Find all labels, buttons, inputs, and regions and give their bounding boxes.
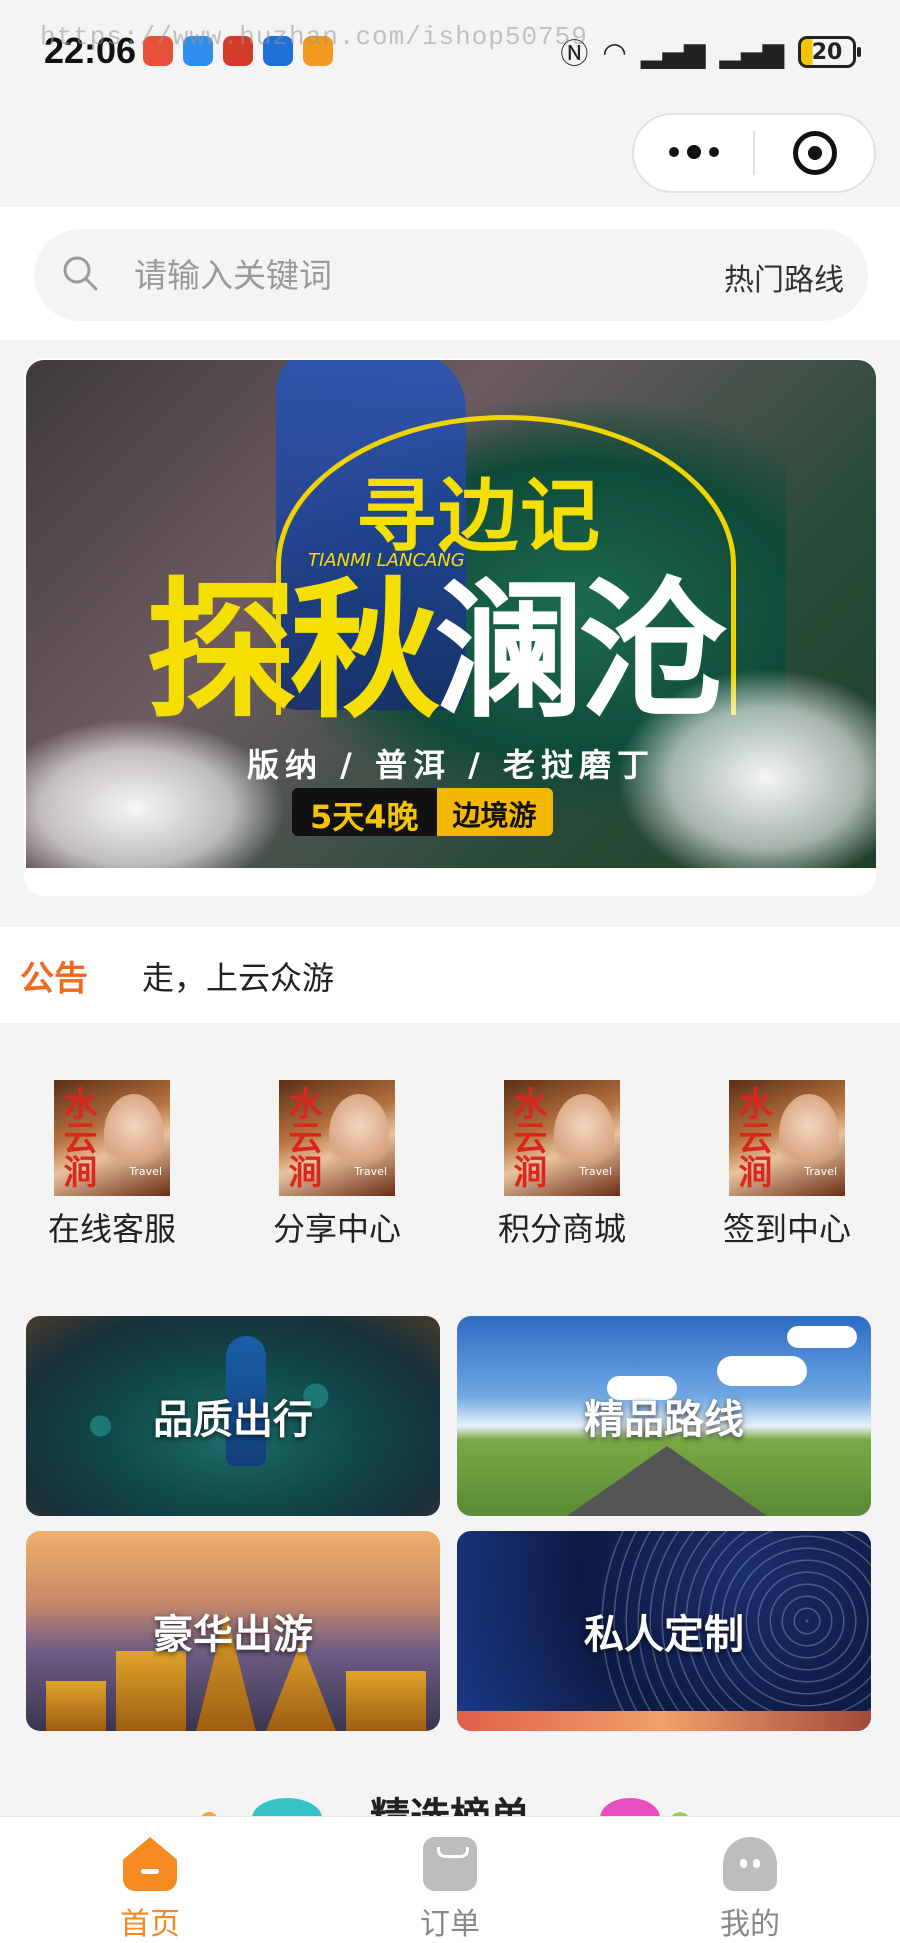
banner-tags: 5天4晚 边境游 bbox=[292, 788, 553, 836]
menu-thumb-image: 水云涧 Travel bbox=[54, 1080, 170, 1196]
notice-bar[interactable]: 公告 走，上云众游 bbox=[0, 927, 900, 1023]
banner-headline: 探秋澜沧 bbox=[146, 530, 728, 747]
signal-icon: ▂▄▆ bbox=[640, 35, 706, 69]
more-dot-icon bbox=[708, 147, 719, 157]
menu-item-customer-service[interactable]: 水云涧 Travel 在线客服 bbox=[12, 1080, 212, 1250]
menu-thumb-image: 水云涧 Travel bbox=[729, 1080, 845, 1196]
tile-private-custom[interactable]: 私人定制 bbox=[457, 1531, 871, 1731]
bag-icon bbox=[423, 1837, 477, 1891]
more-button[interactable] bbox=[634, 145, 753, 159]
search-section: 热门路线 bbox=[0, 207, 900, 340]
system-status: Ⓝ ◠ ▂▄▆ ▂▄▆ 20 bbox=[560, 32, 861, 72]
profile-icon bbox=[723, 1837, 777, 1891]
tile-quality-travel[interactable]: 品质出行 bbox=[26, 1316, 440, 1516]
tab-home[interactable]: 首页 bbox=[0, 1817, 300, 1943]
close-miniprogram-button[interactable] bbox=[755, 131, 874, 175]
tag-trip-type: 边境游 bbox=[436, 788, 553, 836]
tile-label: 豪华出游 bbox=[153, 1612, 313, 1658]
notice-text: 走，上云众游 bbox=[142, 959, 335, 997]
menu-item-label: 分享中心 bbox=[272, 1210, 401, 1248]
tag-days: 5天4晚 bbox=[292, 788, 437, 836]
hot-routes-link[interactable]: 热门路线 bbox=[724, 255, 844, 299]
watermark-text: https://www.huzhan.com/ishop50759 bbox=[40, 22, 588, 52]
tab-mine[interactable]: 我的 bbox=[600, 1817, 900, 1943]
notice-label: 公告 bbox=[20, 959, 88, 999]
menu-item-share-center[interactable]: 水云涧 Travel 分享中心 bbox=[237, 1080, 437, 1250]
menu-item-label: 签到中心 bbox=[722, 1210, 851, 1248]
tile-label: 品质出行 bbox=[153, 1397, 313, 1443]
battery-icon: 20 bbox=[798, 36, 861, 68]
search-box[interactable]: 热门路线 bbox=[34, 229, 868, 321]
menu-thumb-image: 水云涧 Travel bbox=[279, 1080, 395, 1196]
wifi-icon: ◠ bbox=[602, 35, 627, 69]
home-icon bbox=[123, 1837, 177, 1891]
tile-premium-routes[interactable]: 精品路线 bbox=[457, 1316, 871, 1516]
banner-headline-yellow: 探秋 bbox=[146, 563, 440, 739]
banner-headline-white: 澜沧 bbox=[434, 563, 728, 739]
tile-label: 精品路线 bbox=[584, 1397, 744, 1443]
tab-label: 订单 bbox=[420, 1907, 480, 1942]
menu-item-points-mall[interactable]: 水云涧 Travel 积分商城 bbox=[462, 1080, 662, 1250]
tile-luxury-travel[interactable]: 豪华出游 bbox=[26, 1531, 440, 1731]
menu-thumb-image: 水云涧 Travel bbox=[504, 1080, 620, 1196]
miniprogram-capsule bbox=[632, 113, 876, 193]
status-bar: 22:06 https://www.huzhan.com/ishop50759 … bbox=[0, 0, 900, 100]
target-icon bbox=[792, 131, 837, 175]
menu-item-label: 在线客服 bbox=[47, 1210, 176, 1248]
menu-item-label: 积分商城 bbox=[497, 1210, 626, 1248]
more-dot-icon bbox=[686, 145, 701, 159]
banner-places: 版纳 / 普洱 / 老挝磨丁 bbox=[247, 746, 655, 784]
more-dot-icon bbox=[668, 147, 679, 157]
menu-item-check-in[interactable]: 水云涧 Travel 签到中心 bbox=[687, 1080, 887, 1250]
nfc-icon: Ⓝ bbox=[560, 37, 589, 70]
tab-label: 首页 bbox=[120, 1907, 180, 1942]
promo-banner[interactable]: 寻边记 TIANMI LANCANG 探秋澜沧 版纳 / 普洱 / 老挝磨丁 5… bbox=[26, 360, 876, 868]
tile-label: 私人定制 bbox=[584, 1612, 744, 1658]
bottom-tab-bar: 首页 订单 我的 bbox=[0, 1816, 900, 1943]
signal-icon: ▂▄▆ bbox=[719, 35, 784, 69]
search-icon bbox=[63, 256, 98, 291]
tab-orders[interactable]: 订单 bbox=[300, 1817, 600, 1943]
search-input[interactable] bbox=[134, 249, 634, 301]
tab-label: 我的 bbox=[720, 1907, 780, 1942]
quick-menu: 水云涧 Travel 在线客服 水云涧 Travel 分享中心 水云涧 Travel … bbox=[0, 1050, 900, 1270]
